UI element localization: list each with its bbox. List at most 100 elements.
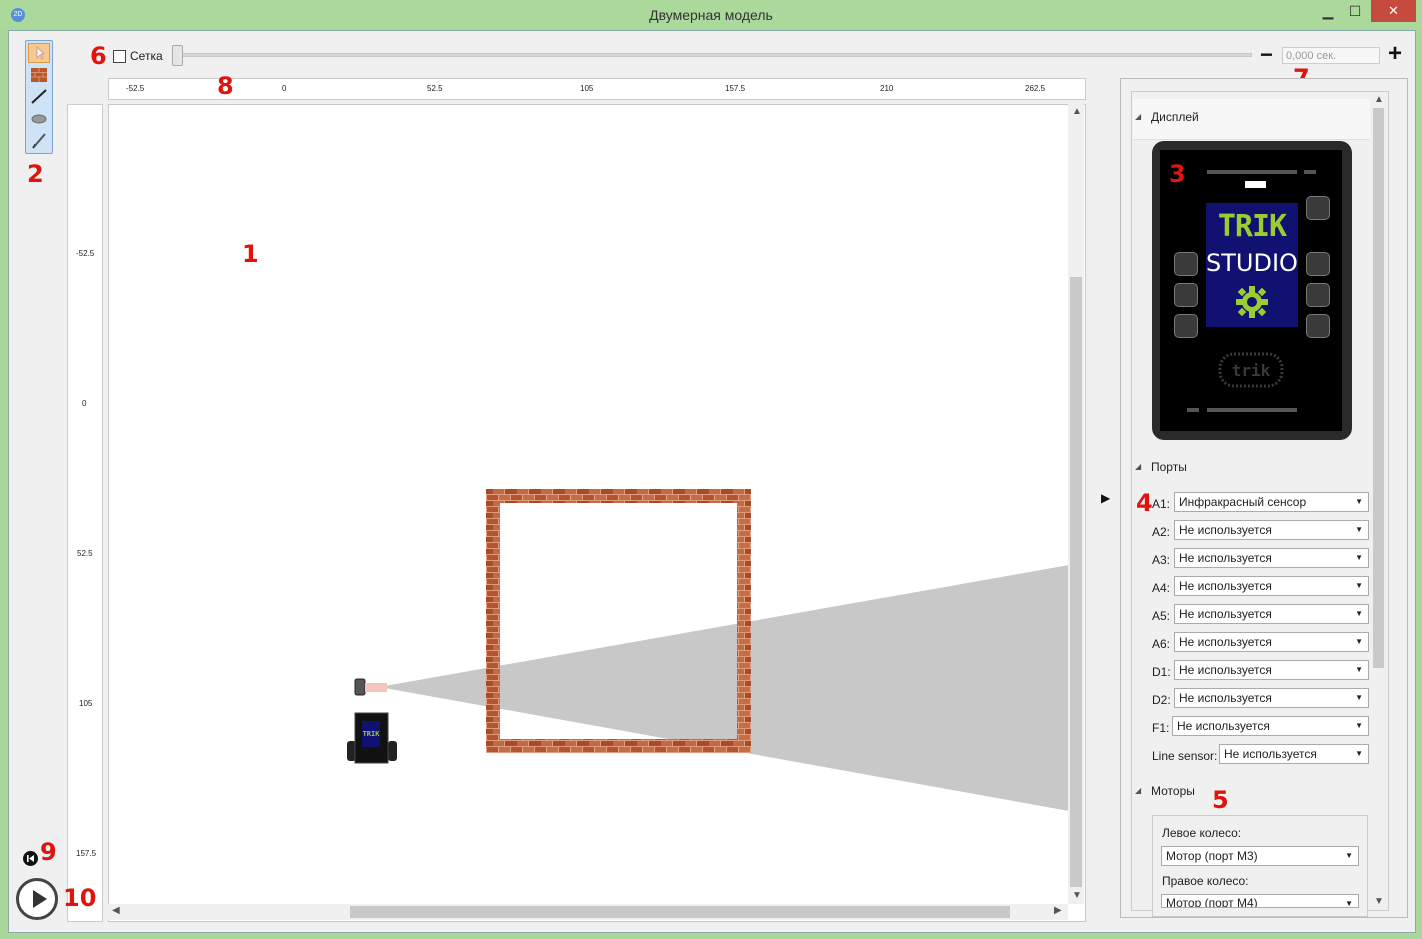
timeline-slider-handle[interactable] [172,45,183,66]
expand-triangle-icon[interactable]: ◢ [1135,786,1141,795]
wall-tool-button[interactable] [28,65,50,85]
ellipse-tool-button[interactable] [28,109,50,129]
expand-triangle-icon[interactable]: ◢ [1135,112,1141,121]
port-a3-select[interactable]: Не используется ▼ [1174,548,1369,568]
trik-robot[interactable]: TRIK [347,712,397,764]
port-a5-select[interactable]: Не используется ▼ [1174,604,1369,624]
chevron-down-icon: ▼ [1355,693,1363,702]
brick-wall-icon [31,68,47,82]
device-button-power[interactable] [1306,196,1330,220]
port-line-sensor-select[interactable]: Не используется ▼ [1219,744,1369,764]
window-title: Двумерная модель [649,7,773,23]
port-label-a1: A1: [1152,497,1171,511]
wall-right[interactable] [737,489,751,753]
port-label-f1: F1: [1152,721,1170,735]
device-button-left-2[interactable] [1174,283,1198,307]
right-wheel-label: Правое колесо: [1162,874,1249,888]
marker-1: 1 [242,240,259,268]
chevron-down-icon: ▼ [1345,851,1353,860]
grid-checkbox[interactable] [113,50,126,63]
studio-logo-text: STUDIO [1206,249,1298,277]
ruler-tick: 262.5 [1025,84,1046,93]
device-button-right-2[interactable] [1306,283,1330,307]
rewind-icon [27,855,34,862]
port-a6-select[interactable]: Не используется ▼ [1174,632,1369,652]
scene-horizontal-scroll-thumb[interactable] [350,906,1010,918]
chevron-down-icon: ▼ [1355,525,1363,534]
chevron-down-icon: ▼ [1355,581,1363,590]
port-f1-select[interactable]: Не используется ▼ [1172,716,1369,736]
trik-embossed-logo-text: trik [1232,361,1271,380]
scroll-down-arrow-icon[interactable]: ▼ [1072,890,1082,901]
left-wheel-select[interactable]: Мотор (порт M3) ▼ [1161,846,1359,866]
timeline-slider[interactable] [176,53,1252,57]
scene-drawing: TRIK [347,489,1069,811]
svg-text:TRIK: TRIK [363,730,381,738]
port-d2-select[interactable]: Не используется ▼ [1174,688,1369,708]
scroll-left-arrow-icon[interactable]: ◀ [112,905,120,916]
ruler-tick: 157.5 [76,849,97,858]
wall-bottom[interactable] [486,739,751,753]
horizontal-ruler: -52.5 0 52.5 105 157.5 210 262.5 [108,78,1086,100]
port-d1-select[interactable]: Не используется ▼ [1174,660,1369,680]
wall-left[interactable] [486,489,500,753]
ruler-tick: 210 [880,84,894,93]
device-button-left-3[interactable] [1174,314,1198,338]
wall-top[interactable] [486,489,751,503]
expand-triangle-icon[interactable]: ◢ [1135,462,1141,471]
device-button-right-3[interactable] [1306,314,1330,338]
time-field[interactable]: 0,000 сек. [1282,47,1380,64]
cursor-icon [36,46,45,60]
ruler-tick: 52.5 [427,84,443,93]
device-button-left-1[interactable] [1174,252,1198,276]
panel-scroll-down-icon[interactable]: ▼ [1374,896,1384,907]
port-label-a3: A3: [1152,553,1171,567]
trik-logo-text: TRIK [1217,209,1287,244]
display-section-title: Дисплей [1151,110,1199,124]
collapse-panel-arrow-icon[interactable]: ▶ [1101,491,1110,505]
chevron-down-icon: ▼ [1355,665,1363,674]
zoom-in-button[interactable]: + [1388,42,1402,66]
ruler-tick: -52.5 [126,84,145,93]
run-simulation-button[interactable] [16,878,58,920]
pencil-tool-button[interactable] [28,131,50,151]
device-button-right-1[interactable] [1306,252,1330,276]
scroll-right-arrow-icon[interactable]: ▶ [1054,905,1062,916]
maximize-button[interactable]: ☐ [1343,0,1367,22]
ruler-tick: 0 [282,84,287,93]
port-line-sensor-value: Не используется [1224,747,1317,761]
port-label-d2: D2: [1152,693,1171,707]
zoom-out-button[interactable]: − [1260,44,1273,66]
port-a2-select[interactable]: Не используется ▼ [1174,520,1369,540]
port-a5-value: Не используется [1179,607,1272,621]
cursor-tool-button[interactable] [28,43,50,63]
marker-2: 2 [27,160,44,188]
panel-scroll-thumb[interactable] [1373,108,1384,668]
port-a1-select[interactable]: Инфракрасный сенсор ▼ [1174,492,1369,512]
marker-4: 4 [1136,489,1153,517]
right-wheel-select[interactable]: Мотор (порт M4) ▼ [1161,894,1359,908]
line-tool-button[interactable] [28,87,50,107]
device-bottom-bar [1207,408,1297,412]
ruler-tick: 0 [82,399,87,408]
scroll-up-arrow-icon[interactable]: ▲ [1072,106,1082,117]
line-icon [31,89,47,104]
port-a4-value: Не используется [1179,579,1272,593]
ellipse-icon [31,114,47,124]
left-wheel-value: Мотор (порт M3) [1166,849,1258,863]
marker-3: 3 [1169,160,1186,188]
port-a4-select[interactable]: Не используется ▼ [1174,576,1369,596]
panel-scroll-up-icon[interactable]: ▲ [1374,94,1384,105]
infrared-beam [379,565,1069,811]
close-button[interactable]: ✕ [1371,0,1416,22]
device-bottom-dot [1187,408,1199,412]
scene-vertical-scroll-thumb[interactable] [1070,277,1082,887]
port-d2-value: Не используется [1179,691,1272,705]
marker-9: 9 [40,838,57,866]
minimize-button[interactable]: ▁ [1316,0,1340,22]
chevron-down-icon: ▼ [1355,553,1363,562]
reset-simulation-button[interactable] [23,851,38,866]
ir-sensor[interactable] [354,678,366,696]
scene-canvas[interactable]: TRIK [108,104,1086,922]
chevron-down-icon: ▼ [1355,749,1363,758]
